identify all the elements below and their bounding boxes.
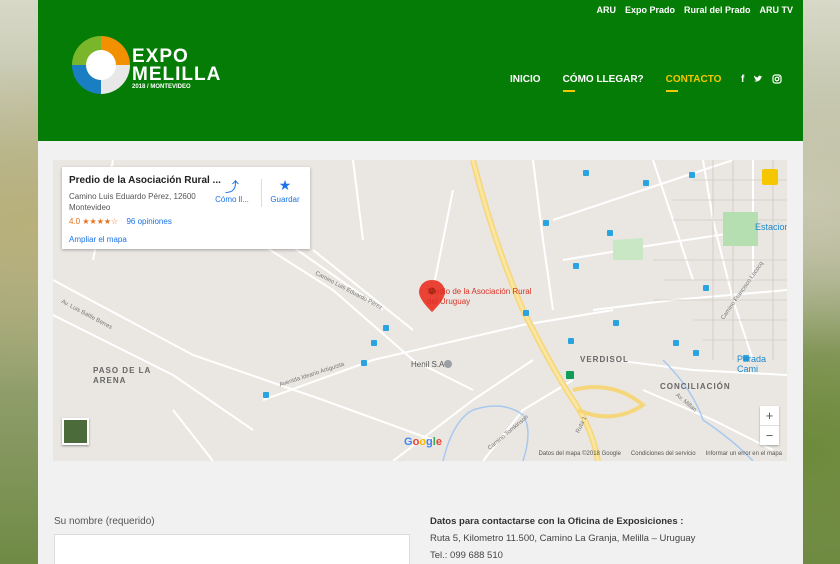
star-icon: ★ <box>278 177 292 193</box>
street-view-pegman-icon[interactable] <box>762 169 778 185</box>
nav-como-llegar[interactable]: CÓMO LLEGAR? <box>562 74 644 92</box>
site-header: ARU Expo Prado Rural del Prado ARU TV EX… <box>38 0 803 141</box>
zoom-control: + − <box>760 406 779 445</box>
google-map[interactable]: Predio de la Asociación Rural ... Camino… <box>53 160 787 461</box>
report-error-link[interactable]: Informar un error en el mapa <box>706 451 782 457</box>
place-parada[interactable]: Parada Cami <box>737 354 787 374</box>
main-nav: INICIO CÓMO LLEGAR? CONTACTO <box>510 74 721 92</box>
enlarge-map-link[interactable]: Ampliar el mapa <box>69 235 127 244</box>
place-henil[interactable]: Henil S.A <box>411 360 444 369</box>
place-estacion[interactable]: Estacion <box>755 222 787 232</box>
name-input[interactable] <box>54 534 410 564</box>
area-paso-de-la-arena: PASO DE LA ARENA <box>93 366 152 385</box>
place-rating: 4.0 ★★★★☆ 96 opiniones <box>69 217 172 226</box>
page-container: ARU Expo Prado Rural del Prado ARU TV EX… <box>38 0 803 564</box>
reviews-link[interactable]: 96 opiniones <box>126 217 171 226</box>
topnav-expo-prado[interactable]: Expo Prado <box>625 5 675 15</box>
map-pin-label[interactable]: Predio de la Asociación Rural del Urugua… <box>427 287 537 307</box>
contact-address: Ruta 5, Kilometro 11.500, Camino La Gran… <box>430 533 696 544</box>
zoom-in-button[interactable]: + <box>760 406 779 425</box>
terms-link[interactable]: Condiciones del servicio <box>631 451 696 457</box>
facebook-icon[interactable]: f <box>741 74 744 87</box>
contact-heading: Datos para contactarse con la Oficina de… <box>430 516 684 527</box>
directions-button[interactable]: ⤴ Cómo ll... <box>210 177 254 204</box>
social-links: f <box>741 74 782 87</box>
save-button[interactable]: ★ Guardar <box>263 177 307 204</box>
name-label: Su nombre (requerido) <box>54 516 155 527</box>
map-data-credit: Datos del mapa ©2018 Google <box>538 451 621 457</box>
twitter-icon[interactable] <box>753 74 763 87</box>
place-address: Camino Luis Eduardo Pérez, 12600 Montevi… <box>69 192 196 212</box>
logo-line2: MELILLA <box>132 64 222 85</box>
top-nav: ARU Expo Prado Rural del Prado ARU TV <box>596 5 793 15</box>
place-name: Predio de la Asociación Rural ... <box>69 175 221 186</box>
satellite-toggle[interactable] <box>62 418 89 445</box>
google-logo: Google <box>404 436 442 448</box>
topnav-rural-del-prado[interactable]: Rural del Prado <box>684 5 751 15</box>
rating-stars-icon: ★★★★☆ <box>82 217 119 226</box>
place-info-card: Predio de la Asociación Rural ... Camino… <box>62 167 310 249</box>
directions-icon: ⤴ <box>225 179 239 195</box>
topnav-aru-tv[interactable]: ARU TV <box>760 5 794 15</box>
area-verdisol: VERDISOL <box>580 355 629 364</box>
nav-contacto[interactable]: CONTACTO <box>665 74 721 92</box>
topnav-aru[interactable]: ARU <box>596 5 616 15</box>
nav-inicio[interactable]: INICIO <box>510 74 541 85</box>
contact-phone: Tel.: 099 688 510 <box>430 550 503 561</box>
map-footer: Datos del mapa ©2018 Google Condiciones … <box>538 451 782 457</box>
zoom-out-button[interactable]: − <box>760 426 779 445</box>
area-conciliacion: CONCILIACIÓN <box>660 382 731 391</box>
instagram-icon[interactable] <box>772 74 782 87</box>
contact-info: Datos para contactarse con la Oficina de… <box>430 516 790 561</box>
logo-line3: 2018 / MONTEVIDEO <box>132 84 191 90</box>
expo-melilla-logo[interactable]: EXPO MELILLA 2018 / MONTEVIDEO <box>72 36 220 98</box>
